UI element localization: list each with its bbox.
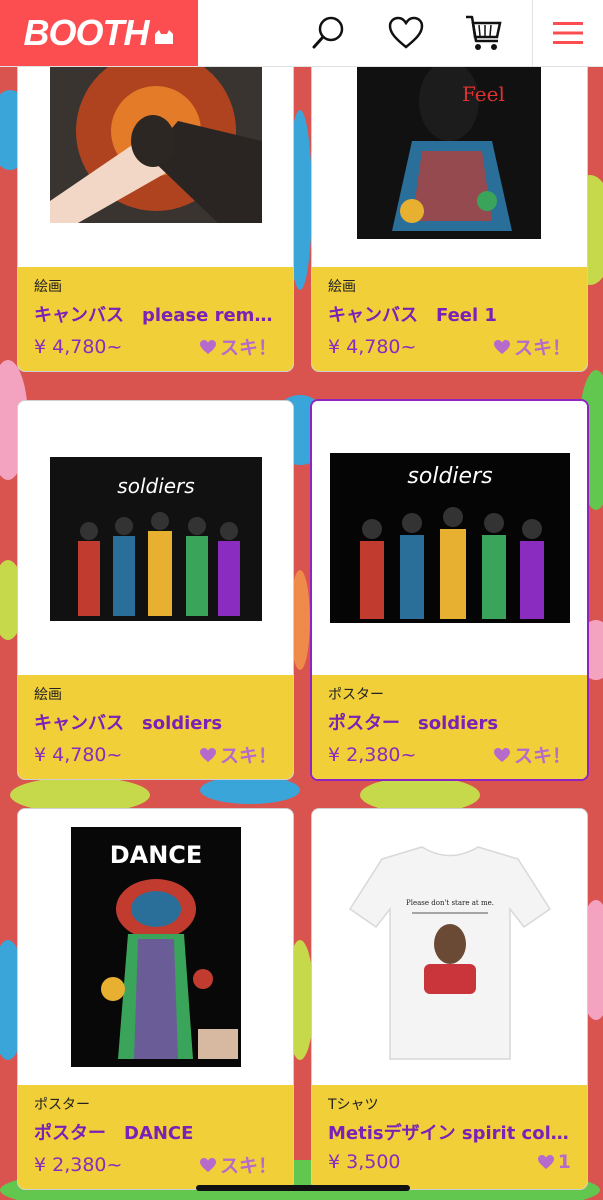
- product-price: ¥ 3,500: [328, 1151, 401, 1173]
- product-image[interactable]: Please don't stare at me.: [312, 809, 587, 1085]
- like-label: スキ！: [219, 337, 277, 359]
- like-button[interactable]: スキ！: [199, 1151, 277, 1178]
- product-category: 絵画: [34, 279, 62, 295]
- site-header: BOOTH: [0, 0, 603, 67]
- product-card[interactable]: soldiers 絵画 キャンバス soldiers ¥ 4,780~ スキ！: [17, 400, 294, 780]
- product-image[interactable]: DANCE: [18, 809, 293, 1085]
- artwork-caption: soldiers: [117, 474, 194, 498]
- like-button[interactable]: スキ！: [493, 333, 571, 360]
- like-label: スキ！: [513, 337, 571, 359]
- home-indicator[interactable]: [196, 1185, 410, 1191]
- product-info: Tシャツ Metisデザイン spirit collection ¥ 3,500…: [312, 1085, 587, 1189]
- product-category: ポスター: [34, 1097, 90, 1113]
- artwork-tshirt: Please don't stare at me.: [348, 846, 552, 1060]
- product-title[interactable]: キャンバス please remember: [34, 301, 277, 327]
- product-category: Tシャツ: [328, 1097, 379, 1113]
- product-title[interactable]: ポスター DANCE: [34, 1119, 277, 1145]
- like-button[interactable]: スキ！: [199, 333, 277, 360]
- heart-icon: [199, 1157, 216, 1172]
- product-price: ¥ 4,780~: [328, 335, 417, 358]
- artwork-caption: soldiers: [407, 464, 492, 489]
- product-title[interactable]: ポスター soldiers: [328, 709, 571, 735]
- product-title[interactable]: キャンバス Feel 1: [328, 301, 571, 327]
- product-info: ポスター ポスター soldiers ¥ 2,380~ スキ！: [312, 675, 587, 779]
- search-icon: [312, 16, 344, 49]
- artwork-caption: DANCE: [110, 841, 203, 869]
- like-label: スキ！: [219, 745, 277, 767]
- menu-icon: [553, 22, 583, 44]
- product-image[interactable]: soldiers: [312, 401, 587, 675]
- product-category: ポスター: [328, 687, 384, 703]
- product-card[interactable]: DANCE ポスター ポスター DANCE ¥ 2,380~ スキ！: [17, 808, 294, 1190]
- product-card[interactable]: soldiers ポスター ポスター soldiers ¥ 2,380~ スキ！: [310, 399, 589, 781]
- product-info: 絵画 キャンバス soldiers ¥ 4,780~ スキ！: [18, 675, 293, 779]
- logo-text: BOOTH: [23, 12, 150, 53]
- product-category: 絵画: [328, 279, 356, 295]
- heart-icon: [199, 339, 216, 354]
- heart-icon: [388, 16, 424, 49]
- cart-button[interactable]: [462, 11, 506, 55]
- search-button[interactable]: [306, 11, 350, 55]
- product-price: ¥ 4,780~: [34, 335, 123, 358]
- product-category: 絵画: [34, 687, 62, 703]
- product-card[interactable]: Please don't stare at me. Tシャツ Metisデザイン…: [311, 808, 588, 1190]
- product-price: ¥ 4,780~: [34, 743, 123, 766]
- artwork-caption: Please don't stare at me.: [406, 899, 494, 907]
- like-count: 1: [557, 1151, 571, 1173]
- product-info: 絵画 キャンバス please remember ¥ 4,780~ スキ！: [18, 267, 293, 371]
- menu-button[interactable]: [532, 0, 603, 66]
- like-label: スキ！: [513, 745, 571, 767]
- booth-mark-icon: [154, 30, 173, 44]
- booth-logo[interactable]: BOOTH: [0, 0, 198, 66]
- like-label: スキ！: [219, 1155, 277, 1177]
- heart-icon: [493, 339, 510, 354]
- artwork-soldiers-poster: soldiers: [330, 453, 570, 623]
- product-info: ポスター ポスター DANCE ¥ 2,380~ スキ！: [18, 1085, 293, 1189]
- product-title[interactable]: Metisデザイン spirit collection: [328, 1119, 571, 1145]
- like-button[interactable]: スキ！: [199, 741, 277, 768]
- product-price: ¥ 2,380~: [34, 1153, 123, 1176]
- heart-icon: [493, 747, 510, 762]
- product-title[interactable]: キャンバス soldiers: [34, 709, 277, 735]
- like-button[interactable]: 1: [537, 1151, 571, 1173]
- favorites-button[interactable]: [384, 11, 428, 55]
- artwork-caption: Feel: [462, 82, 505, 106]
- like-button[interactable]: スキ！: [493, 741, 571, 768]
- product-price: ¥ 2,380~: [328, 743, 417, 766]
- product-info: 絵画 キャンバス Feel 1 ¥ 4,780~ スキ！: [312, 267, 587, 371]
- product-image[interactable]: soldiers: [18, 401, 293, 675]
- artwork-soldiers: soldiers: [50, 457, 262, 621]
- heart-icon: [199, 747, 216, 762]
- cart-icon: [466, 15, 502, 50]
- heart-icon: [537, 1155, 554, 1169]
- artwork-dance: DANCE: [71, 827, 241, 1067]
